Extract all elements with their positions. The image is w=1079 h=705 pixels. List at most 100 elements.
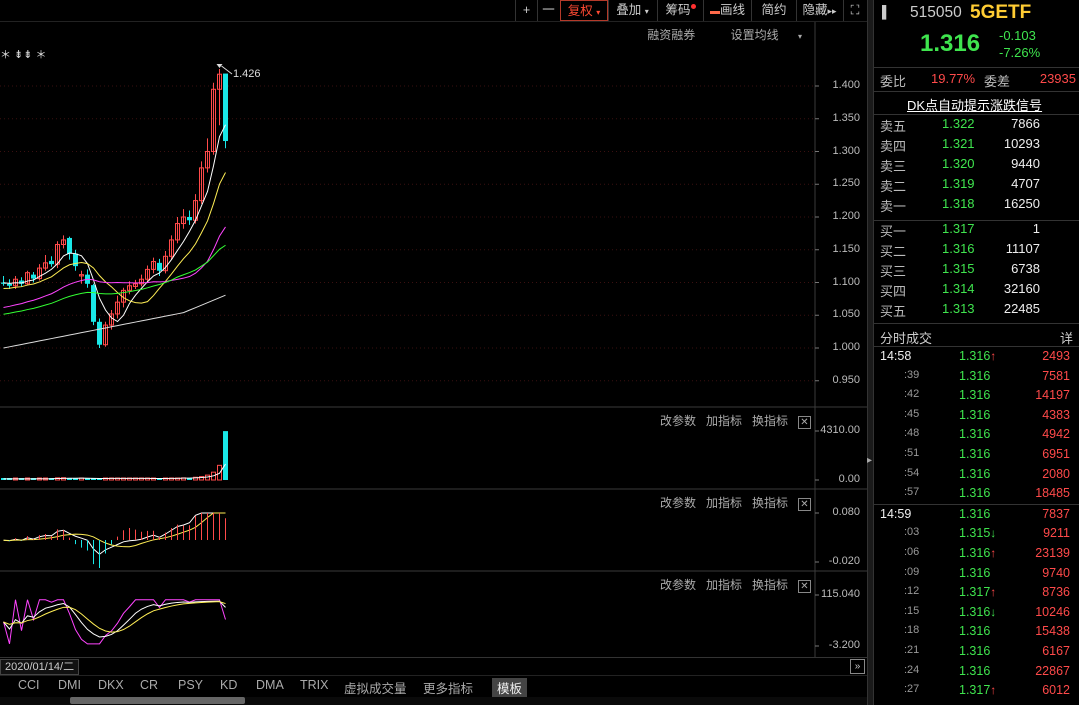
ask-row[interactable]: 卖二 1.319 4707 [874,176,1079,196]
trade-time: :12 [904,585,920,598]
chips-button[interactable]: 筹码 [657,0,703,21]
overlay-button[interactable]: 叠加 ▾ [608,0,656,21]
price-tick-label: 1.100 [832,275,860,288]
zoom-out-button[interactable]: 一 [537,0,559,21]
price-tick-label: 1.350 [832,111,860,124]
kd-params-button[interactable]: 改参数 [660,578,696,592]
indicator-tab-模板[interactable]: 模板 [492,678,528,697]
simple-button[interactable]: 简约 [751,0,796,21]
kd-add-indicator-button[interactable]: 加指标 [706,578,742,592]
macd-switch-indicator-button[interactable]: 换指标 [752,496,788,510]
macd-add-indicator-button[interactable]: 加指标 [706,496,742,510]
vol-add-indicator-button[interactable]: 加指标 [706,414,742,428]
indicator-tab-psy[interactable]: PSY [178,678,203,692]
price-tick-label: 1.300 [832,144,860,157]
stock-code: 515050 [910,4,962,21]
draw-line-label: 画线 [719,3,745,17]
ask-row[interactable]: 卖四 1.321 10293 [874,136,1079,156]
top-marks: ＊ ⇟⇟ ＊ [0,49,47,61]
trade-row: :57 1.316 18485 [874,486,1079,505]
ask-label: 卖三 [880,159,907,174]
trade-price: 1.315↓ [959,526,997,541]
draw-line-button[interactable]: ▬画线 [703,0,751,21]
trade-price: 1.316↑ [959,546,997,560]
indicator-tab-trix[interactable]: TRIX [300,678,328,692]
ask-label: 卖四 [880,139,907,154]
trade-price: 1.316 [959,624,991,639]
macd-params-button[interactable]: 改参数 [660,496,696,510]
bid-label: 买五 [880,304,907,319]
bid-price: 1.317 [942,221,975,236]
trade-volume: 22867 [1035,663,1070,678]
vol-switch-indicator-button[interactable]: 换指标 [752,414,788,428]
candle-body [67,237,72,254]
ask-price: 1.319 [942,176,975,191]
volume-bar [223,431,228,480]
indicator-tab-虚拟成交量[interactable]: 虚拟成交量 [344,678,407,697]
bid-row[interactable]: 买四 1.314 32160 [874,281,1079,301]
indicator-tabs: CCI DMI DKX CR PSY KD DMA TRIX 虚拟成交量 更多指标 模板 [0,675,867,697]
ask-row[interactable]: 卖五 1.322 7866 [874,116,1079,136]
kline-chart[interactable] [0,22,867,657]
last-price: 1.316 [920,30,981,57]
chart-toolbar: + 一 复权 ▾ 叠加 ▾ 筹码 ▬画线 简约 隐藏▸▸ ⛶ [0,0,867,22]
ask-row[interactable]: 卖一 1.318 16250 [874,196,1079,216]
overlay-label: 叠加 [616,3,642,17]
trades-detail-button[interactable]: 详 [1060,328,1073,347]
indicator-tab-dmi[interactable]: DMI [58,678,81,692]
weibi-label: 委比 [880,74,907,89]
collapse-arrow-icon[interactable]: ▸ [867,455,872,466]
trade-row: :09 1.316 9740 [874,566,1079,585]
trade-time: :24 [904,663,920,676]
fullscreen-button[interactable]: ⛶ [843,0,866,21]
bid-row[interactable]: 买二 1.316 11107 [874,241,1079,261]
bid-volume: 6738 [1011,261,1040,276]
chart-area[interactable]: 融资融券 设置均线 ▾ ＊ ⇟⇟ ＊ 1.426 改参数 加指标 换指标 ✕ 改参数加… [0,22,867,657]
bid-row[interactable]: 买五 1.313 22485 [874,301,1079,321]
vol-params-button[interactable]: 改参数 [660,414,696,428]
close-icon[interactable]: ✕ [798,498,811,511]
minute-separator [874,503,1079,505]
indicator-tab-cci[interactable]: CCI [18,678,40,692]
trade-time: :03 [904,526,920,539]
trade-price: 1.316↑ [959,349,997,363]
trade-time: :09 [904,565,920,578]
bid-label: 买二 [880,244,907,259]
trade-price: 1.316 [959,466,991,481]
indicator-tab-kd[interactable]: KD [220,678,237,692]
fuquan-button[interactable]: 复权 ▾ [560,0,608,21]
trade-volume: 8736 [1042,585,1070,600]
close-icon[interactable]: ✕ [798,416,811,429]
ask-row[interactable]: 卖三 1.320 9440 [874,156,1079,176]
trade-price: 1.317↑ [959,683,997,698]
trade-row: :48 1.316 4942 [874,427,1079,446]
trade-volume: 10246 [1035,604,1070,619]
macd-panel-tools: 改参数 加指标 换指标 ✕ [650,494,811,511]
close-icon[interactable]: ✕ [798,580,811,593]
macd-dea-line [3,512,226,548]
kd-switch-indicator-button[interactable]: 换指标 [752,578,788,592]
hide-button[interactable]: 隐藏▸▸ [796,0,842,21]
trade-row: :18 1.316 15438 [874,624,1079,643]
trade-volume: 2493 [1042,349,1070,363]
quote-panel: ▌ 515050 5GETF 1.316 -0.103 -7.26% 委比 19… [873,0,1079,705]
scrollbar-thumb[interactable] [70,697,245,704]
zoom-in-button[interactable]: + [515,0,537,21]
indicator-tab-dma[interactable]: DMA [256,678,284,692]
trade-price: 1.316 [959,407,991,422]
arrow-up-icon: ↑ [990,683,997,698]
indicator-tab-cr[interactable]: CR [140,678,158,692]
bid-volume: 32160 [1003,281,1040,296]
indicator-tab-dkx[interactable]: DKX [98,678,124,692]
trade-volume: 18485 [1035,486,1070,501]
trade-time: :42 [904,388,920,401]
trade-volume: 9740 [1042,565,1070,580]
bid-row[interactable]: 买一 1.317 1 [874,221,1079,241]
expand-icon[interactable]: » [850,659,865,674]
indicator-tab-更多指标[interactable]: 更多指标 [423,678,473,697]
trade-volume: 4942 [1042,427,1070,442]
back-icon[interactable]: ▌ [882,5,891,19]
bid-row[interactable]: 买三 1.315 6738 [874,261,1079,281]
bid-price: 1.313 [942,301,975,316]
dk-signal-link[interactable]: DK点自动提示涨跌信号 [907,95,1042,114]
